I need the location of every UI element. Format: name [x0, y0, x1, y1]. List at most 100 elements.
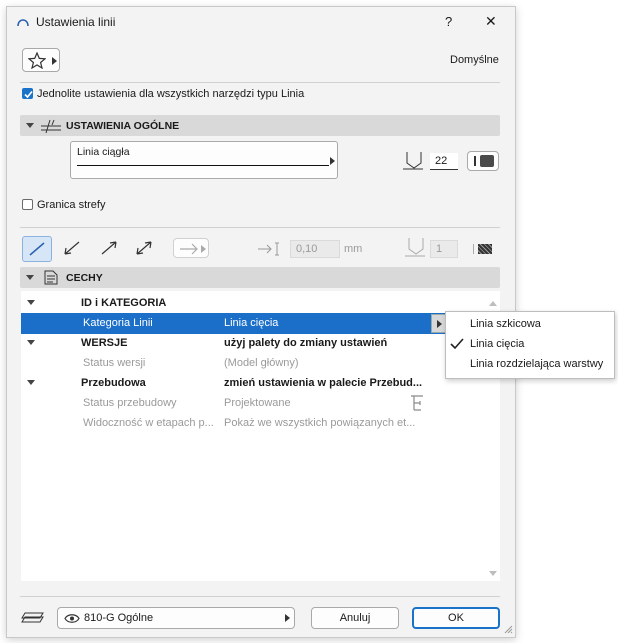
general-settings-title: USTAWIENIA OGÓLNE [66, 120, 180, 132]
row-value: (Model główny) [224, 357, 299, 369]
row-label: Kategoria Linii [83, 317, 153, 329]
checkmark-icon [24, 90, 33, 99]
arrow-pen-value: 1 [436, 243, 443, 255]
arrow-right-icon [180, 243, 198, 255]
scroll-up-icon[interactable] [489, 301, 497, 306]
zone-boundary-checkbox[interactable] [22, 199, 33, 210]
chevron-right-icon [330, 157, 335, 165]
line-arrow-end-icon [101, 241, 117, 255]
collapse-triangle-icon[interactable] [27, 380, 35, 385]
eye-icon [64, 614, 80, 623]
pen-icon [403, 152, 423, 170]
line-preview [77, 165, 329, 166]
features-title: CECHY [66, 272, 103, 284]
row-label: Status wersji [83, 357, 146, 369]
cancel-label: Anuluj [339, 612, 371, 624]
arrow-size-unit: mm [344, 243, 363, 255]
table-row[interactable]: WERSJE użyj palety do zmiany ustawień [21, 333, 485, 353]
table-row[interactable]: ID i KATEGORIA [21, 293, 485, 313]
collapse-triangle-icon[interactable] [27, 300, 35, 305]
row-label: ID i KATEGORIA [81, 297, 167, 309]
line-settings-dialog: Ustawienia linii ? ✕ Domyślne Jednolite … [6, 6, 516, 638]
help-button[interactable]: ? [445, 14, 452, 29]
cancel-button[interactable]: Anuluj [311, 607, 399, 629]
arrow-end-button[interactable] [94, 236, 124, 262]
collapse-triangle-icon [26, 275, 34, 280]
pen-number-value: 22 [435, 155, 448, 167]
star-icon [28, 52, 46, 69]
arrow-pen-color[interactable] [470, 240, 498, 258]
arrow-start-button[interactable] [57, 236, 87, 262]
layer-selector[interactable]: 810-G Ogólne [57, 607, 295, 629]
zone-boundary-label: Granica strefy [37, 199, 106, 211]
menu-item-layer-separator-line[interactable]: Linia rozdzielająca warstwy [446, 354, 614, 374]
pen-weight-mark [473, 244, 474, 254]
row-label: Status przebudowy [83, 397, 177, 409]
arrow-both-button[interactable] [129, 236, 159, 262]
chevron-right-icon [52, 57, 57, 65]
menu-item-sketch-line[interactable]: Linia szkicowa [446, 314, 614, 334]
divider [20, 227, 500, 228]
line-type-selector[interactable]: Linia ciągła [70, 141, 338, 179]
table-row[interactable]: Przebudowa zmień ustawienia w palecie Pr… [21, 373, 485, 393]
line-arrow-both-icon [136, 241, 152, 255]
arrow-type-selector[interactable] [173, 238, 209, 258]
table-row[interactable]: Status wersji (Model główny) [21, 353, 485, 373]
preset-name: Domyślne [450, 54, 499, 66]
uniform-settings-checkbox[interactable] [22, 88, 33, 99]
no-arrow-button[interactable] [22, 236, 52, 262]
line-type-label: Linia ciągła [77, 146, 130, 158]
pen-color-picker[interactable] [467, 151, 499, 171]
line-no-arrow-icon [29, 242, 45, 256]
chevron-right-icon [285, 614, 290, 622]
line-category-menu: Linia szkicowa Linia cięcia Linia rozdzi… [445, 311, 615, 379]
row-value: Linia cięcia [224, 317, 279, 329]
arrow-size-icon [258, 242, 279, 256]
collapse-triangle-icon [26, 123, 34, 128]
line-arrow-start-icon [64, 241, 80, 255]
general-settings-header[interactable]: USTAWIENIA OGÓLNE [20, 115, 500, 136]
uniform-settings-label: Jednolite ustawienia dla wszystkich narz… [37, 88, 305, 100]
chevron-right-icon [437, 320, 442, 328]
row-label: WERSJE [81, 337, 128, 349]
pen-number-field[interactable]: 22 [430, 153, 458, 170]
document-icon [44, 270, 58, 285]
row-value: Pokaż we wszystkich powiązanych et... [224, 417, 416, 429]
arrow-size-field[interactable]: 0,10 [290, 240, 340, 258]
line-settings-icon [41, 119, 61, 134]
divider [20, 596, 500, 597]
table-row[interactable]: Widoczność w etapach p... Pokaż we wszys… [21, 413, 485, 433]
renovation-filter-icon[interactable] [409, 395, 425, 411]
menu-item-cut-line[interactable]: Linia cięcia [446, 334, 614, 354]
ok-label: OK [448, 612, 464, 624]
ok-button[interactable]: OK [412, 607, 500, 629]
window-title: Ustawienia linii [36, 15, 116, 29]
row-label: Przebudowa [81, 377, 146, 389]
layer-icon [21, 612, 44, 623]
title-bar: Ustawienia linii ? ✕ [7, 7, 515, 37]
layer-name: 810-G Ogólne [84, 612, 154, 624]
checkmark-icon [450, 338, 464, 350]
pen-color-swatch [480, 155, 494, 167]
row-value: zmień ustawienia w palecie Przebud... [224, 377, 423, 389]
close-button[interactable]: ✕ [485, 13, 497, 30]
menu-item-label: Linia rozdzielająca warstwy [470, 358, 604, 370]
arrow-pen-field[interactable]: 1 [430, 240, 458, 258]
menu-item-label: Linia cięcia [470, 338, 525, 350]
features-header[interactable]: CECHY [20, 267, 500, 288]
arrow-size-value: 0,10 [296, 243, 318, 255]
line-tool-icon [17, 19, 29, 27]
menu-item-label: Linia szkicowa [470, 318, 541, 330]
row-value: użyj palety do zmiany ustawień [224, 337, 388, 349]
table-row-selected[interactable]: Kategoria Linii Linia cięcia [21, 313, 445, 334]
row-value: Projektowane [224, 397, 291, 409]
favorites-button[interactable] [22, 48, 60, 72]
resize-grip-icon[interactable] [504, 625, 513, 634]
pen-color-swatch [478, 244, 492, 254]
divider [20, 82, 500, 83]
table-row[interactable]: Status przebudowy Projektowane [21, 393, 485, 413]
scroll-down-icon[interactable] [489, 571, 497, 576]
collapse-triangle-icon[interactable] [27, 340, 35, 345]
pen-weight-mark [474, 156, 476, 166]
arrow-pen-icon [405, 238, 425, 257]
